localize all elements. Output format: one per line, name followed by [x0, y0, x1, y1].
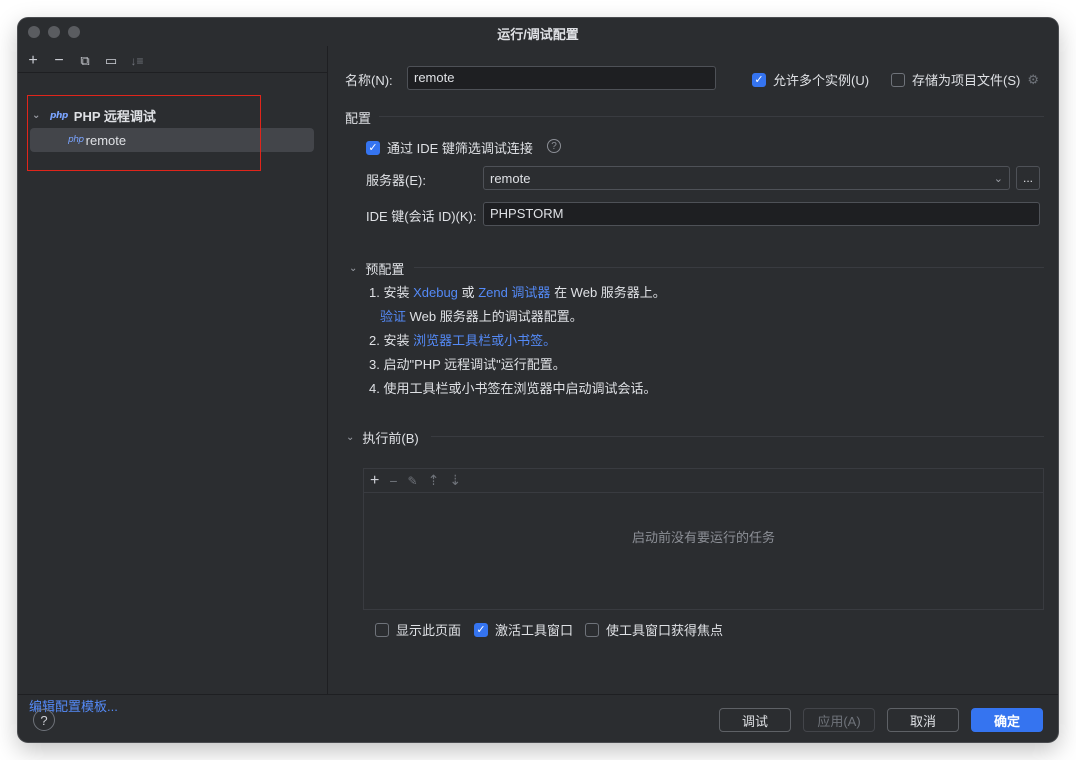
ide-key-input[interactable]: PHPSTORM [483, 202, 1040, 226]
gear-icon[interactable]: ⚙ [1027, 72, 1039, 88]
allow-multiple-label: 允许多个实例(U) [773, 73, 870, 88]
ok-button[interactable]: 确定 [971, 708, 1043, 732]
before-launch-section-header[interactable]: ⌄ 执行前(B) [346, 428, 419, 447]
activate-tool-window-checkbox[interactable]: ✓ 激活工具窗口 [474, 620, 573, 639]
checkbox-checked-icon[interactable]: ✓ [752, 72, 766, 87]
config-form-panel: 名称(N): remote ✓ 允许多个实例(U) 存储为项目文件(S) ⚙ 配… [329, 46, 1058, 694]
preconfig-title: 预配置 [365, 262, 405, 277]
focus-tool-window-checkbox[interactable]: 使工具窗口获得焦点 [585, 620, 723, 639]
empty-tasks-text: 启动前没有要运行的任务 [631, 530, 775, 545]
new-folder-icon[interactable]: ▭ [102, 52, 120, 70]
show-page-label: 显示此页面 [396, 623, 462, 638]
preconfig-section-header[interactable]: ⌄ 预配置 [349, 259, 404, 278]
chevron-down-icon: ⌄ [993, 172, 1003, 185]
zend-debugger-link[interactable]: Zend 调试器 [478, 285, 550, 300]
preconfig-step-3: 3. 启动"PHP 远程调试"运行配置。 [369, 357, 566, 372]
debug-button[interactable]: 调试 [719, 708, 791, 732]
browser-toolbar-link[interactable]: 浏览器工具栏或小书签。 [413, 333, 556, 348]
browse-servers-button[interactable]: ... [1016, 166, 1040, 190]
window-title: 运行/调试配置 [497, 27, 579, 42]
config-tree-panel: + − ⧉ ▭ ↓≡ ⌄ php PHP 远程调试 php remote 编辑配… [18, 46, 328, 714]
filter-by-ide-key-checkbox[interactable]: ✓ 通过 IDE 键筛选调试连接 [366, 138, 533, 157]
tree-toolbar: + − ⧉ ▭ ↓≡ [24, 50, 146, 72]
remove-icon[interactable]: − [50, 52, 68, 70]
checkbox-checked-icon[interactable]: ✓ [366, 140, 380, 155]
xdebug-link[interactable]: Xdebug [413, 285, 458, 300]
toolbar-divider [18, 72, 328, 73]
focus-tool-window-label: 使工具窗口获得焦点 [606, 623, 724, 638]
edit-icon[interactable]: ✎ [408, 474, 418, 488]
task-toolbar: + − ✎ ⇡ ⇣ [364, 469, 1043, 493]
checkbox-unchecked-icon[interactable] [585, 622, 599, 637]
verify-link[interactable]: 验证 [380, 309, 406, 324]
arrow-down-icon[interactable]: ⇣ [449, 472, 461, 489]
copy-icon[interactable]: ⧉ [76, 52, 94, 70]
before-launch-title: 执行前(B) [362, 431, 419, 446]
before-launch-task-list[interactable]: + − ✎ ⇡ ⇣ 启动前没有要运行的任务 [363, 468, 1044, 610]
store-as-project-label: 存储为项目文件(S) [912, 73, 1021, 88]
cancel-button[interactable]: 取消 [887, 708, 959, 732]
add-icon[interactable]: + [24, 52, 42, 70]
checkbox-checked-icon[interactable]: ✓ [474, 622, 488, 637]
filter-by-ide-key-label: 通过 IDE 键筛选调试连接 [387, 141, 533, 156]
step1-or: 或 [461, 285, 475, 300]
before-launch-divider [431, 436, 1044, 437]
ide-key-label: IDE 键(会话 ID)(K): [366, 209, 477, 224]
checkbox-unchecked-icon[interactable] [891, 72, 905, 87]
server-value: remote [490, 170, 531, 186]
preconfig-step-2: 2. 安装 浏览器工具栏或小书签。 [369, 330, 556, 349]
name-label: 名称(N): [345, 73, 393, 88]
server-select[interactable]: remote ⌄ [483, 166, 1010, 190]
name-input[interactable]: remote [407, 66, 716, 90]
chevron-down-icon[interactable]: ⌄ [349, 263, 357, 274]
step1-suffix: 在 Web 服务器上。 [554, 285, 666, 300]
store-as-project-checkbox[interactable]: 存储为项目文件(S) ⚙ [891, 70, 1039, 89]
dialog-footer: ? 调试 应用(A) 取消 确定 [18, 694, 1058, 742]
preconfig-verify: 验证 Web 服务器上的调试器配置。 [380, 306, 583, 325]
preconfig-divider [414, 267, 1044, 268]
chevron-down-icon[interactable]: ⌄ [346, 432, 354, 443]
verify-suffix: Web 服务器上的调试器配置。 [409, 309, 583, 324]
server-label: 服务器(E): [366, 173, 426, 188]
title-bar: 运行/调试配置 [18, 18, 1058, 46]
allow-multiple-checkbox[interactable]: ✓ 允许多个实例(U) [752, 70, 869, 89]
config-section-title: 配置 [345, 111, 372, 126]
config-section-header: 配置 [345, 108, 371, 127]
step1-prefix: 1. 安装 [369, 285, 410, 300]
config-divider [379, 116, 1044, 117]
preconfig-step-4: 4. 使用工具栏或小书签在浏览器中启动调试会话。 [369, 381, 657, 396]
highlight-box [27, 95, 261, 171]
apply-button[interactable]: 应用(A) [803, 708, 875, 732]
remove-icon[interactable]: − [389, 473, 397, 489]
sort-icon[interactable]: ↓≡ [128, 52, 146, 70]
activate-tool-window-label: 激活工具窗口 [495, 623, 574, 638]
arrow-up-icon[interactable]: ⇡ [428, 472, 440, 489]
preconfig-step-1: 1. 安装 Xdebug 或 Zend 调试器 在 Web 服务器上。 [369, 282, 666, 301]
checkbox-unchecked-icon[interactable] [375, 622, 389, 637]
step2-prefix: 2. 安装 [369, 333, 410, 348]
help-button[interactable]: ? [33, 709, 55, 731]
run-debug-config-dialog: 运行/调试配置 + − ⧉ ▭ ↓≡ ⌄ php PHP 远程调试 php re… [18, 18, 1058, 742]
add-icon[interactable]: + [370, 472, 379, 490]
show-page-checkbox[interactable]: 显示此页面 [375, 620, 461, 639]
help-icon[interactable]: ? [547, 139, 561, 153]
